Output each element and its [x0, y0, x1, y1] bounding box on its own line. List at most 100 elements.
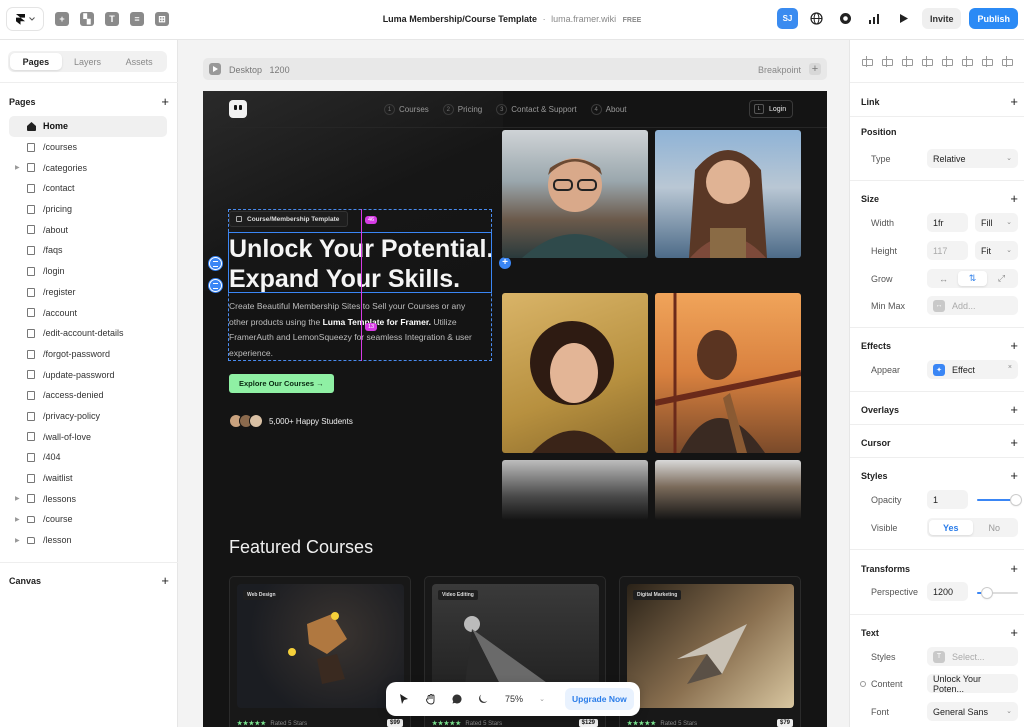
page-item[interactable]: /wall-of-love [9, 426, 167, 447]
page-item[interactable]: /access-denied [9, 385, 167, 406]
dark-mode-icon[interactable] [476, 692, 490, 706]
expand-caret-icon[interactable]: ▶ [15, 537, 20, 544]
page-item[interactable]: /privacy-policy [9, 406, 167, 427]
preview-settings-icon[interactable] [835, 8, 856, 29]
add-canvas-icon[interactable]: + [161, 573, 169, 588]
font-select[interactable]: General Sans ⌄ [927, 702, 1018, 721]
opacity-input[interactable]: 1 [927, 490, 968, 509]
add-cursor-icon[interactable]: + [1010, 435, 1018, 450]
align-middle-icon[interactable] [941, 56, 953, 67]
publish-button[interactable]: Publish [969, 8, 1018, 29]
width-input[interactable]: 1fr [927, 213, 968, 232]
design-canvas[interactable]: Desktop 1200 Breakpoint + 1 Courses 2 Pric… [178, 40, 849, 727]
nav-item-courses[interactable]: 1 Courses [384, 104, 429, 115]
width-mode-select[interactable]: Fill ⌄ [975, 213, 1018, 232]
zoom-select[interactable]: 75% ⌄ [499, 691, 551, 707]
grow-vertical-icon[interactable]: ⇅ [958, 271, 987, 286]
add-transform-icon[interactable]: + [1010, 561, 1018, 576]
perspective-input[interactable]: 1200 [927, 582, 968, 601]
hero-tag[interactable]: Course/Membership Template [229, 211, 349, 227]
expand-caret-icon[interactable]: ▶ [15, 495, 20, 502]
page-item[interactable]: /update-password [9, 364, 167, 385]
tab-pages[interactable]: Pages [10, 53, 62, 70]
page-item[interactable]: ▶ /categories [9, 157, 167, 178]
select-tool-icon[interactable] [397, 692, 411, 706]
grow-both-icon[interactable]: ⤢ [987, 271, 1016, 286]
page-item[interactable]: /pricing [9, 199, 167, 220]
play-preview-icon[interactable] [893, 8, 914, 29]
page-item[interactable]: ▶ /lessons [9, 488, 167, 509]
photo-man-bridge[interactable] [655, 293, 801, 453]
framer-menu-button[interactable] [7, 8, 43, 30]
expand-caret-icon[interactable]: ▶ [15, 516, 20, 523]
cms-icon[interactable]: ≡ [130, 12, 144, 26]
align-left-icon[interactable] [861, 56, 873, 67]
page-item[interactable]: Home [9, 116, 167, 137]
content-variable-icon[interactable] [860, 681, 866, 687]
add-size-icon[interactable]: + [1010, 191, 1018, 206]
stack-handle-icon[interactable] [209, 279, 222, 292]
visible-no-option[interactable]: No [973, 520, 1017, 535]
stack-handle-icon[interactable] [209, 257, 222, 270]
photo-partial-left[interactable] [502, 460, 648, 520]
tab-assets[interactable]: Assets [113, 53, 165, 70]
photo-woman-smiling[interactable] [655, 130, 801, 258]
page-item[interactable]: /404 [9, 447, 167, 468]
add-link-icon[interactable]: + [1010, 94, 1018, 109]
add-text-style-icon[interactable]: + [1010, 625, 1018, 640]
perspective-slider[interactable] [977, 588, 1018, 598]
position-type-select[interactable]: Relative ⌄ [927, 149, 1018, 168]
insert-icon[interactable]: + [55, 12, 69, 26]
course-card-digital-marketing[interactable]: Digital Marketing ★★★★★ Rated 5 Stars $79 [619, 576, 801, 727]
add-element-icon[interactable]: + [499, 257, 511, 269]
photo-woman-curly[interactable] [502, 293, 648, 453]
distribute-v-icon[interactable] [1001, 56, 1013, 67]
remove-effect-icon[interactable]: × [1008, 364, 1012, 371]
add-overlay-icon[interactable]: + [1010, 402, 1018, 417]
nav-item-pricing[interactable]: 2 Pricing [442, 104, 482, 115]
page-item[interactable]: /account [9, 302, 167, 323]
opacity-slider[interactable] [977, 495, 1021, 505]
page-item[interactable]: /contact [9, 178, 167, 199]
analytics-icon[interactable] [864, 8, 885, 29]
grow-horizontal-icon[interactable]: ↔ [929, 271, 958, 286]
perspective-slider-knob[interactable] [982, 588, 992, 598]
add-effect-icon[interactable]: + [1010, 338, 1018, 353]
hero-description[interactable]: Create Beautiful Membership Sites to Sel… [229, 299, 479, 362]
page-item[interactable]: /courses [9, 137, 167, 158]
height-mode-select[interactable]: Fit ⌄ [975, 241, 1018, 260]
photo-man-glasses[interactable] [502, 130, 648, 258]
page-item[interactable]: ▶ /course [9, 509, 167, 530]
course-card-web-design[interactable]: Web Design ★★★★★ Rated 5 Stars $99 [229, 576, 411, 727]
invite-button[interactable]: Invite [921, 8, 962, 29]
page-item[interactable]: /faqs [9, 240, 167, 261]
height-input[interactable]: 117 [927, 241, 968, 260]
preview-breakpoint-icon[interactable] [209, 63, 221, 75]
comment-tool-icon[interactable] [450, 692, 464, 706]
align-top-icon[interactable] [921, 56, 933, 67]
nav-item-contact[interactable]: 3 Contact & Support [496, 104, 577, 115]
hand-tool-icon[interactable] [424, 692, 438, 706]
globe-icon[interactable] [806, 8, 827, 29]
components-icon[interactable]: ⊞ [155, 12, 169, 26]
distribute-h-icon[interactable] [981, 56, 993, 67]
content-field[interactable]: Unlock Your Poten... [927, 674, 1018, 694]
page-item[interactable]: /about [9, 219, 167, 240]
page-item[interactable]: /register [9, 282, 167, 303]
upgrade-now-button[interactable]: Upgrade Now [565, 688, 634, 710]
breakpoint-bar[interactable]: Desktop 1200 Breakpoint + [203, 58, 827, 80]
page-item[interactable]: ▶ /lesson [9, 530, 167, 551]
page-item[interactable]: /waitlist [9, 468, 167, 489]
align-bottom-icon[interactable] [961, 56, 973, 67]
add-page-icon[interactable]: + [161, 94, 169, 109]
nav-item-about[interactable]: 4 About [590, 104, 627, 115]
site-logo-icon[interactable] [229, 100, 247, 118]
visible-yes-option[interactable]: Yes [929, 520, 973, 535]
tab-layers[interactable]: Layers [62, 53, 114, 70]
expand-caret-icon[interactable]: ▶ [15, 164, 20, 171]
layout-icon[interactable]: ▚ [80, 12, 94, 26]
text-tool-icon[interactable]: T [105, 12, 119, 26]
align-right-icon[interactable] [901, 56, 913, 67]
align-center-h-icon[interactable] [881, 56, 893, 67]
page-item[interactable]: /forgot-password [9, 344, 167, 365]
